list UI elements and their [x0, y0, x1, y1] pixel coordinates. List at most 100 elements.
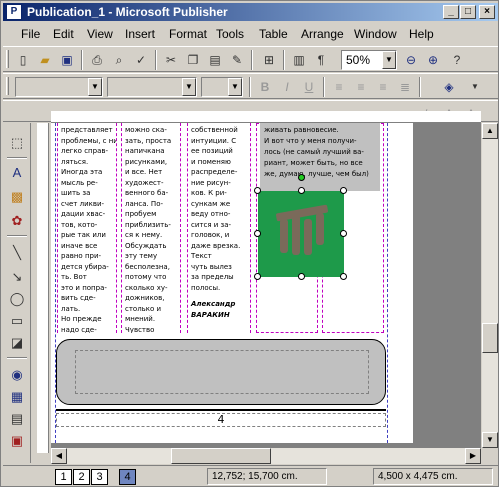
columns-icon[interactable]: ▥ — [289, 50, 309, 70]
quote-line: же, думаю, лучше, чем был) — [264, 170, 369, 178]
workspace[interactable]: представляет проблемы, с ним легко справ… — [51, 123, 481, 448]
resize-handle[interactable] — [254, 273, 261, 280]
close-button[interactable]: × — [479, 5, 495, 19]
fill-color-icon[interactable]: ◈ — [439, 77, 459, 97]
italic-icon[interactable]: I — [277, 77, 297, 97]
save-icon[interactable]: ▣ — [57, 50, 77, 70]
chevron-down-icon[interactable]: ▼ — [88, 78, 102, 96]
arrow-icon[interactable]: ↘ — [7, 267, 27, 287]
selected-picture[interactable] — [258, 191, 344, 277]
resize-handle[interactable] — [340, 230, 347, 237]
title-bar[interactable]: P Publication_1 - Microsoft Publisher _ … — [3, 3, 498, 21]
menu-view[interactable]: View — [87, 27, 113, 41]
menu-tools[interactable]: Tools — [216, 27, 244, 41]
author-first-name: Александр — [191, 300, 236, 308]
menu-table[interactable]: Table — [259, 27, 288, 41]
resize-handle[interactable] — [298, 187, 305, 194]
quote-text-box[interactable]: живать равновесие. И вот что у меня полу… — [260, 123, 380, 191]
resize-handle[interactable] — [254, 230, 261, 237]
oval-icon[interactable]: ◯ — [7, 289, 27, 309]
scroll-left-icon[interactable]: ◀ — [51, 448, 67, 464]
resize-handle[interactable] — [298, 273, 305, 280]
rounded-rectangle-shape[interactable] — [56, 339, 386, 405]
menu-edit[interactable]: Edit — [53, 27, 74, 41]
align-right-icon[interactable]: ≡ — [373, 77, 393, 97]
menu-file[interactable]: File — [21, 27, 40, 41]
line-icon[interactable]: ╲ — [7, 243, 27, 263]
page-tab-4[interactable]: 4 — [119, 469, 136, 485]
maximize-button[interactable]: □ — [460, 5, 476, 19]
menu-format[interactable]: Format — [169, 27, 207, 41]
rectangle-icon[interactable]: ▭ — [7, 311, 27, 331]
print-preview-icon[interactable]: ⌕ — [109, 50, 129, 70]
rotation-handle[interactable] — [298, 174, 305, 181]
page-tab-2[interactable]: 2 — [73, 469, 90, 485]
text-box-icon[interactable]: A — [7, 163, 27, 183]
zoom-out-icon[interactable]: ⊖ — [401, 50, 421, 70]
page-tab-3[interactable]: 3 — [91, 469, 108, 485]
scroll-up-icon[interactable]: ▲ — [482, 123, 498, 139]
scratch-area[interactable] — [413, 123, 481, 448]
horizontal-scrollbar[interactable]: ◀ ▶ — [51, 448, 481, 464]
vertical-ruler[interactable] — [37, 123, 49, 453]
design-gallery-icon[interactable]: ▣ — [7, 431, 27, 451]
text-column-3[interactable]: собственной интуиции. С ее позиций и пом… — [187, 123, 251, 333]
horizontal-scroll-thumb[interactable] — [171, 448, 271, 464]
menu-arrange[interactable]: Arrange — [301, 27, 344, 41]
zoom-combo[interactable]: 50% ▼ — [341, 50, 397, 70]
resize-handle[interactable] — [340, 273, 347, 280]
chevron-down-icon[interactable]: ▼ — [182, 78, 196, 96]
copy-icon[interactable]: ❐ — [183, 50, 203, 70]
menu-window[interactable]: Window — [354, 27, 397, 41]
new-document-icon[interactable]: ▯ — [13, 50, 33, 70]
horizontal-ruler[interactable] — [51, 111, 481, 123]
resize-handle[interactable] — [340, 187, 347, 194]
open-folder-icon[interactable]: ▰ — [35, 50, 55, 70]
bold-icon[interactable]: B — [255, 77, 275, 97]
cursor-position: 12,752; 15,700 cm. — [207, 468, 327, 485]
text-line: напичкана — [125, 147, 165, 155]
chevron-down-icon[interactable]: ▼ — [465, 77, 485, 97]
menu-help[interactable]: Help — [409, 27, 434, 41]
html-fragment-icon[interactable]: ▤ — [7, 409, 27, 429]
toolbar-grip[interactable] — [6, 77, 9, 95]
underline-icon[interactable]: U — [299, 77, 319, 97]
clip-art-icon[interactable]: ✿ — [7, 211, 27, 231]
align-center-icon[interactable]: ≡ — [351, 77, 371, 97]
insert-picture-icon[interactable]: ▩ — [7, 187, 27, 207]
size-combo[interactable]: ▼ — [201, 77, 243, 97]
show-formatting-icon[interactable]: ¶ — [311, 50, 331, 70]
text-column-1[interactable]: представляет проблемы, с ним легко справ… — [57, 123, 117, 333]
scroll-down-icon[interactable]: ▼ — [482, 432, 498, 448]
publication-page[interactable]: представляет проблемы, с ним легко справ… — [51, 123, 413, 443]
autoshapes-icon[interactable]: ◪ — [7, 333, 27, 353]
cut-icon[interactable]: ✂ — [161, 50, 181, 70]
align-left-icon[interactable]: ≡ — [329, 77, 349, 97]
paste-icon[interactable]: ▤ — [205, 50, 225, 70]
chevron-down-icon[interactable]: ▼ — [382, 51, 396, 69]
hot-spot-icon[interactable]: ◉ — [7, 365, 27, 385]
toolbar-grip[interactable] — [6, 50, 9, 68]
style-combo[interactable]: ▼ — [15, 77, 103, 97]
minimize-button[interactable]: _ — [443, 5, 459, 19]
text-line: рисунками, — [125, 157, 168, 166]
form-control-icon[interactable]: ▦ — [7, 387, 27, 407]
vertical-scrollbar[interactable]: ▲ ▼ — [482, 123, 498, 448]
select-objects-icon[interactable]: ⬚ — [7, 133, 27, 153]
page-tab-1[interactable]: 1 — [55, 469, 72, 485]
text-column-2[interactable]: можно ска- зать, проста напичкана рисунк… — [121, 123, 181, 333]
resize-handle[interactable] — [254, 187, 261, 194]
zoom-in-icon[interactable]: ⊕ — [423, 50, 443, 70]
vertical-scroll-thumb[interactable] — [482, 323, 498, 353]
scroll-right-icon[interactable]: ▶ — [465, 448, 481, 464]
insert-hyperlink-icon[interactable]: ⊞ — [259, 50, 279, 70]
justify-icon[interactable]: ≣ — [395, 77, 415, 97]
chevron-down-icon[interactable]: ▼ — [228, 78, 242, 96]
format-painter-icon[interactable]: ✎ — [227, 50, 247, 70]
font-combo[interactable]: ▼ — [107, 77, 197, 97]
print-icon[interactable]: ⎙ — [87, 50, 107, 70]
menu-insert[interactable]: Insert — [125, 27, 155, 41]
publisher-icon[interactable]: P — [6, 4, 22, 20]
help-icon[interactable]: ? — [447, 50, 467, 70]
spelling-icon[interactable]: ✓ — [131, 50, 151, 70]
